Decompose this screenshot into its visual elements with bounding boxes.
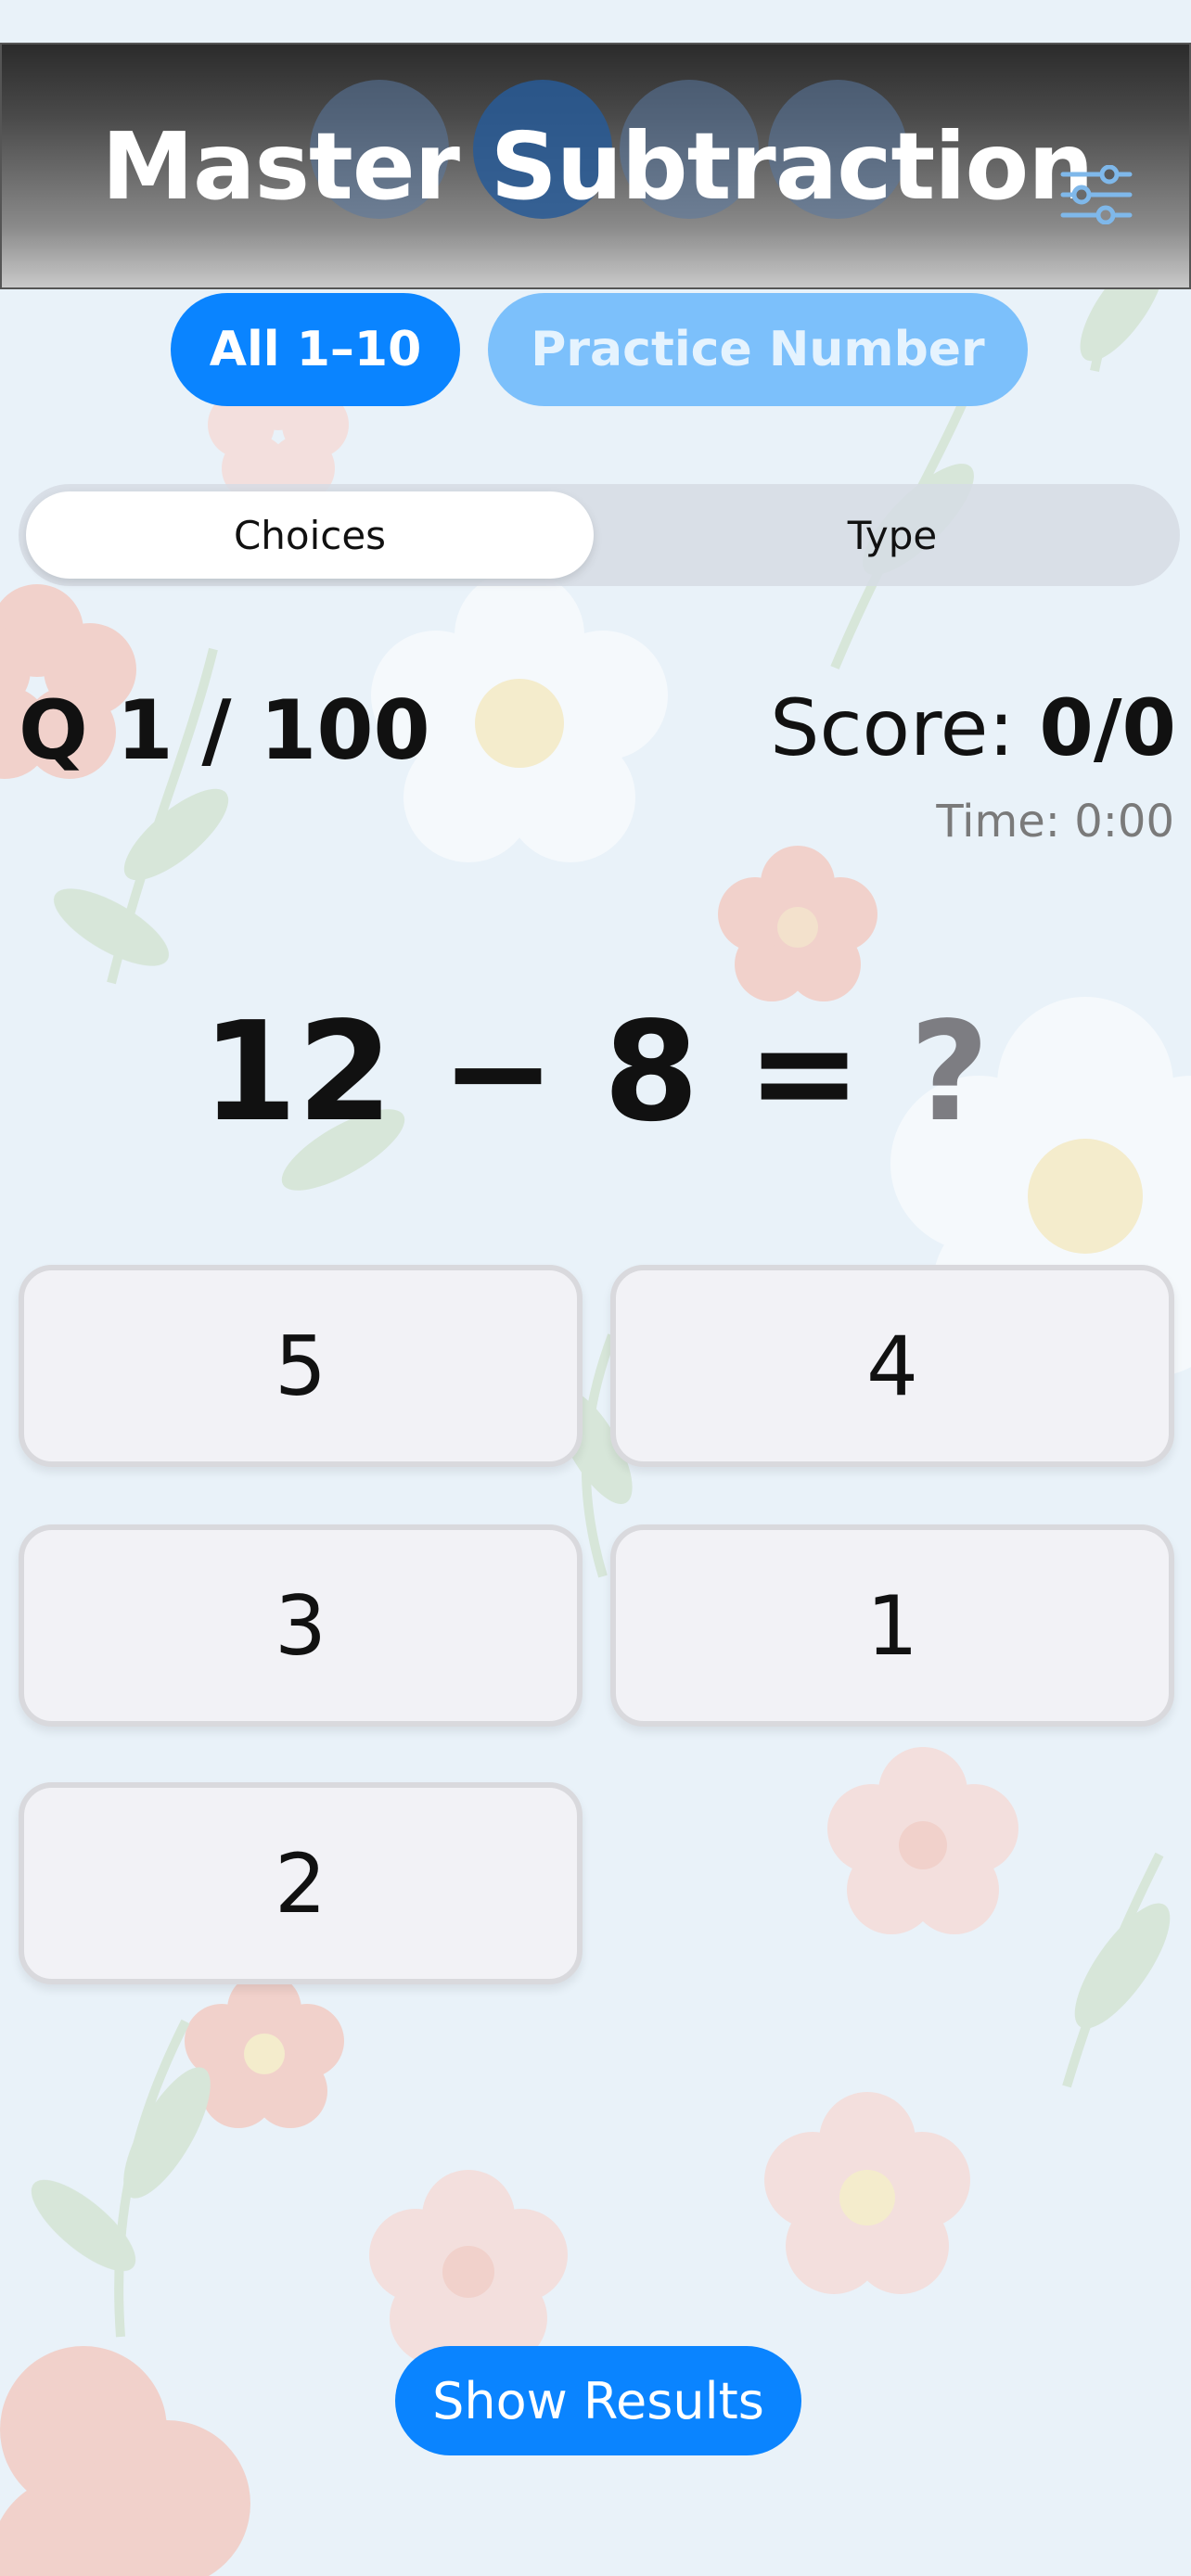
all-numbers-button[interactable]: All 1–10 (171, 293, 460, 406)
practice-number-button[interactable]: Practice Number (488, 293, 1028, 406)
score-label: Score: (770, 682, 1015, 773)
tab-type[interactable]: Type (612, 491, 1172, 579)
navigation-header: Master Subtraction (0, 43, 1191, 289)
problem-expression: 12 − 8 = (201, 992, 863, 1152)
page-title: Master Subtraction (101, 112, 1095, 221)
answer-choice-button[interactable]: 5 (19, 1265, 583, 1467)
question-counter: Q 1 / 100 (19, 682, 430, 778)
tab-choices[interactable]: Choices (26, 491, 594, 579)
show-results-button[interactable]: Show Results (395, 2346, 801, 2455)
timer-text: Time: 0:00 (936, 796, 1174, 848)
answer-choice-button[interactable]: 4 (610, 1265, 1174, 1467)
sliders-icon[interactable] (1059, 165, 1133, 224)
answer-choice-button[interactable]: 3 (19, 1524, 583, 1727)
answer-choice-button[interactable]: 2 (19, 1782, 583, 1984)
score-display: Score: 0/0 (770, 682, 1176, 773)
input-mode-segmented-control: Choices Type (19, 484, 1180, 586)
score-value: 0/0 (1039, 682, 1176, 773)
answer-choice-button[interactable]: 1 (610, 1524, 1174, 1727)
unknown-answer: ? (909, 992, 990, 1152)
math-problem: 12 − 8 = ? (0, 992, 1191, 1152)
